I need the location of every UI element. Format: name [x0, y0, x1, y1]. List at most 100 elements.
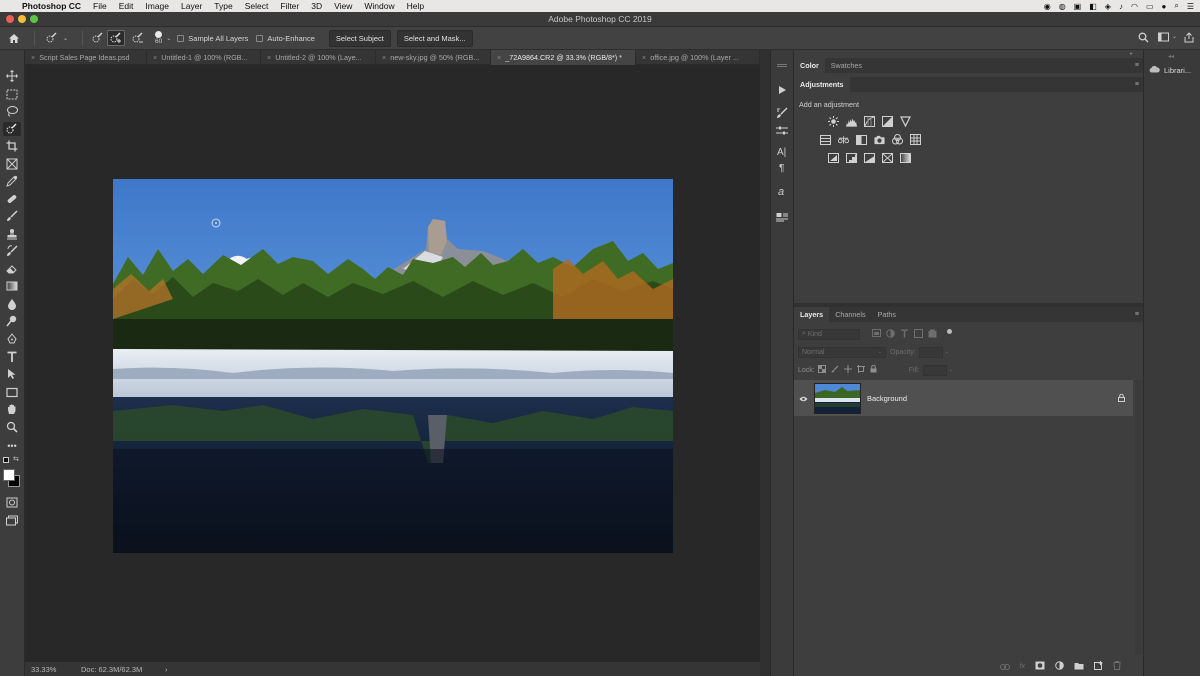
collapse-grip-icon[interactable]: ◂◂ [1168, 53, 1174, 60]
subtract-from-selection-icon[interactable] [129, 30, 147, 46]
gradient-icon[interactable] [3, 279, 21, 293]
filter-toggle-icon[interactable] [947, 328, 952, 334]
close-tab-icon[interactable]: × [497, 53, 501, 62]
dodge-icon[interactable] [3, 314, 21, 328]
quick-selection-preset-icon[interactable] [41, 32, 63, 44]
layer-row[interactable]: Background [794, 380, 1133, 416]
frame-tool-icon[interactable] [3, 157, 21, 171]
tab-untitled-1[interactable]: × Untitled-1 @ 100% (RGB... [147, 50, 261, 65]
spotlight-icon[interactable]: ⌕ [1174, 1, 1178, 11]
add-to-selection-icon[interactable] [107, 30, 126, 46]
extension-icon-2[interactable]: ▣ [1074, 2, 1082, 11]
menu-file[interactable]: File [93, 1, 107, 11]
foreground-color-swatch[interactable] [3, 469, 15, 481]
curves-icon[interactable] [864, 116, 875, 127]
close-tab-icon[interactable]: × [382, 53, 386, 62]
panel-menu-icon[interactable]: ≡ [1135, 62, 1139, 69]
delete-layer-icon[interactable] [1113, 657, 1121, 675]
creative-cloud-icon[interactable]: ◉ [1044, 2, 1051, 11]
tab-untitled-2[interactable]: × Untitled-2 @ 100% (Laye... [261, 50, 376, 65]
threshold-icon[interactable] [864, 152, 875, 163]
user-icon[interactable]: ● [1162, 2, 1167, 11]
lock-position-icon[interactable] [843, 365, 852, 375]
chevron-down-icon[interactable]: ⌄ [63, 35, 68, 42]
visibility-eye-icon[interactable] [799, 389, 809, 407]
menu-filter[interactable]: Filter [280, 1, 299, 11]
chevron-down-icon[interactable]: ⌄ [949, 367, 953, 373]
extension-icon-1[interactable]: ◍ [1059, 2, 1066, 11]
layer-kind-filter[interactable]: ⌕ Kind [798, 328, 860, 340]
channel-mixer-icon[interactable] [892, 134, 903, 145]
extension-icon-3[interactable]: ◧ [1089, 2, 1097, 11]
layers-scrollbar[interactable] [1135, 380, 1141, 655]
quick-mask-icon[interactable] [3, 495, 21, 509]
brush-settings-icon[interactable] [776, 106, 788, 124]
brightness-contrast-icon[interactable] [828, 116, 839, 127]
layer-lock-icon[interactable] [1118, 389, 1125, 407]
exposure-icon[interactable] [882, 116, 893, 127]
notification-center-icon[interactable]: ☰ [1187, 2, 1194, 11]
wifi-icon[interactable]: ◠ [1131, 2, 1138, 11]
hand-icon[interactable] [3, 402, 21, 416]
canvas-scrollbar[interactable] [760, 50, 770, 676]
clone-stamp-icon[interactable] [3, 227, 21, 241]
color-balance-icon[interactable] [838, 134, 849, 145]
play-actions-icon[interactable] [777, 82, 787, 100]
close-tab-icon[interactable]: × [153, 53, 157, 62]
brush-size-picker[interactable]: 60 [155, 31, 162, 45]
black-white-icon[interactable] [856, 134, 867, 145]
crop-icon[interactable] [3, 139, 21, 153]
menu-3d[interactable]: 3D [311, 1, 322, 11]
filter-shape-icon[interactable] [914, 328, 923, 340]
auto-enhance-checkbox[interactable]: Auto-Enhance [256, 34, 315, 43]
workspace-switcher-icon[interactable] [1158, 32, 1170, 45]
audio-icon[interactable]: ♪ [1119, 2, 1123, 11]
battery-icon[interactable]: ▭ [1146, 2, 1154, 11]
adjustments-sliders-icon[interactable] [776, 123, 788, 141]
libraries-panel-button[interactable]: Librari... [1149, 65, 1191, 75]
levels-icon[interactable] [846, 116, 857, 127]
menu-edit[interactable]: Edit [119, 1, 134, 11]
status-menu-arrow-icon[interactable]: › [165, 665, 168, 674]
gradient-map-icon[interactable] [900, 152, 911, 163]
select-subject-button[interactable]: Select Subject [328, 29, 391, 47]
select-and-mask-button[interactable]: Select and Mask... [396, 29, 473, 47]
checkbox-box[interactable] [256, 34, 264, 42]
type-icon[interactable] [3, 350, 21, 364]
tab-new-sky[interactable]: × new-sky.jpg @ 50% (RGB... [376, 50, 491, 65]
chevron-down-icon[interactable]: ⌄ [166, 35, 171, 42]
collapse-grip-icon[interactable]: ▸ [1130, 50, 1133, 57]
filter-type-icon[interactable] [900, 329, 909, 340]
layer-name[interactable]: Background [867, 394, 1118, 403]
tab-channels[interactable]: Channels [829, 307, 871, 322]
landscape-photo[interactable] [113, 179, 673, 553]
menu-view[interactable]: View [334, 1, 352, 11]
layer-style-fx-icon[interactable]: fx [1020, 663, 1025, 670]
tab-color[interactable]: Color [794, 58, 825, 73]
add-mask-icon[interactable] [1035, 657, 1045, 675]
tab-script-sales-page[interactable]: × Script Sales Page Ideas.psd [25, 50, 147, 65]
checkbox-box[interactable] [177, 34, 185, 42]
tab-adjustments[interactable]: Adjustments [794, 77, 850, 92]
new-group-icon[interactable] [1074, 657, 1084, 675]
new-layer-icon[interactable] [1094, 657, 1103, 675]
tab-office[interactable]: × office.jpg @ 100% (Layer ... [636, 50, 760, 65]
filter-pixel-icon[interactable] [872, 329, 881, 339]
eyedropper-icon[interactable] [3, 174, 21, 188]
pen-icon[interactable] [3, 332, 21, 346]
lock-all-icon[interactable] [870, 364, 877, 375]
menu-help[interactable]: Help [407, 1, 424, 11]
hue-saturation-icon[interactable] [820, 134, 831, 145]
close-tab-icon[interactable]: × [31, 53, 35, 62]
quick-selection-tool-icon[interactable] [3, 122, 21, 136]
properties-panel-icon[interactable] [776, 209, 788, 227]
lasso-icon[interactable] [3, 104, 21, 118]
menu-image[interactable]: Image [145, 1, 169, 11]
search-icon[interactable] [1138, 32, 1149, 45]
lock-artboard-icon[interactable] [856, 365, 865, 375]
paragraph-panel-icon[interactable]: ¶ [779, 163, 784, 174]
rectangular-marquee-icon[interactable] [3, 87, 21, 101]
color-lookup-icon[interactable] [910, 134, 921, 145]
home-icon[interactable] [0, 33, 28, 44]
character-panel-icon[interactable]: A| [777, 147, 786, 158]
